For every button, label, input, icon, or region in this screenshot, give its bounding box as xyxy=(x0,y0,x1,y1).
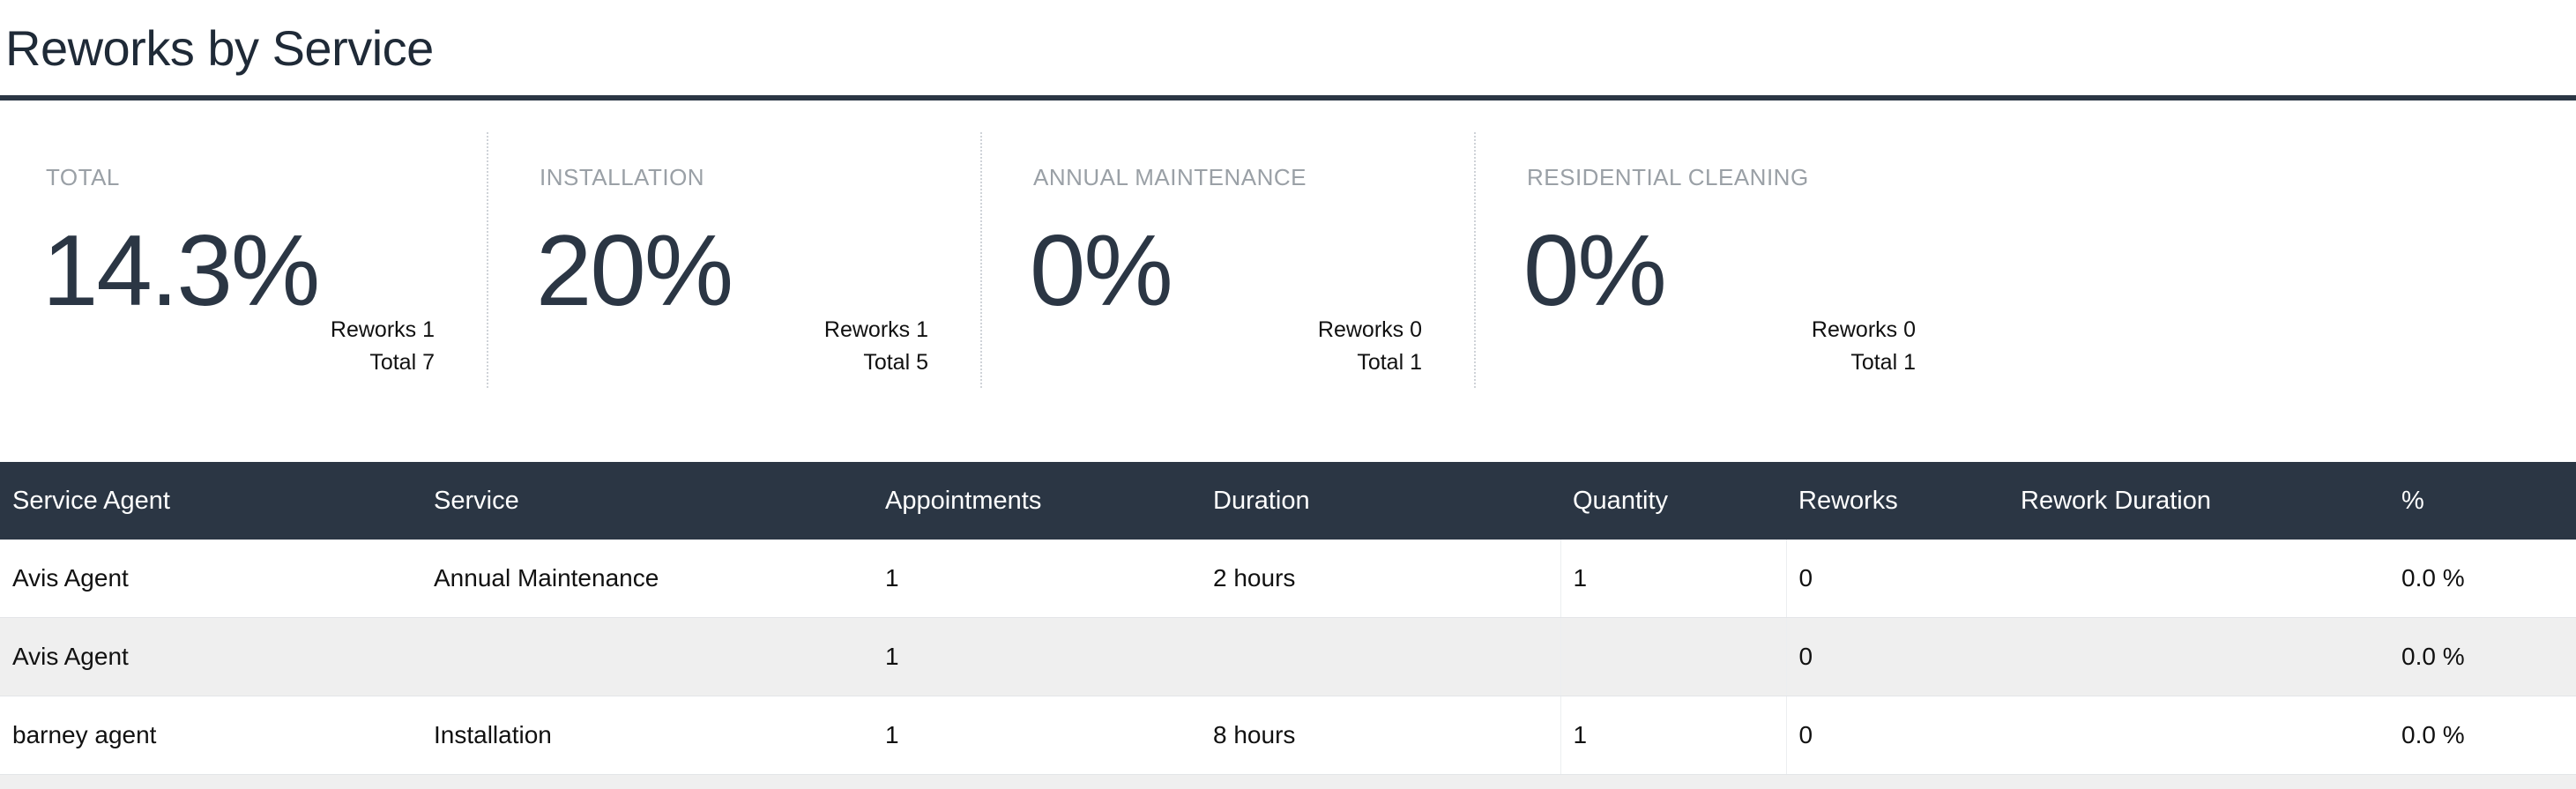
cell-quantity: 1 xyxy=(1560,540,1786,618)
cell-service-agent: Avis Agent xyxy=(0,618,421,696)
kpi-total: Total 7 xyxy=(264,350,435,376)
kpi-total: Total 1 xyxy=(1746,350,1916,376)
table-row[interactable]: Avis Agent 1 0 0.0 % xyxy=(0,618,2576,696)
kpi-divider xyxy=(487,132,488,388)
kpi-value: 14.3% xyxy=(42,213,318,329)
cell-reworks: 0 xyxy=(1786,540,2008,618)
cell-quantity: 1 xyxy=(1560,696,1786,775)
cell-service xyxy=(421,618,873,696)
cell-reworks: 0 xyxy=(1786,618,2008,696)
kpi-reworks: Reworks 0 xyxy=(1746,317,1916,343)
cell-percent: 0.0 % xyxy=(2389,540,2576,618)
column-header-service[interactable]: Service xyxy=(421,462,873,540)
kpi-value: 0% xyxy=(1030,213,1172,329)
cell-percent: 0.0 % xyxy=(2389,696,2576,775)
page-header: Reworks by Service xyxy=(0,0,2576,100)
page-title: Reworks by Service xyxy=(5,19,434,77)
cell-quantity xyxy=(1560,618,1786,696)
kpi-value: 20% xyxy=(536,213,732,329)
kpi-reworks: Reworks 1 xyxy=(264,317,435,343)
column-header-percent[interactable]: % xyxy=(2389,462,2576,540)
table-row[interactable]: Avis Agent Annual Maintenance 1 2 hours … xyxy=(0,540,2576,618)
table-header-row: Service Agent Service Appointments Durat… xyxy=(0,462,2576,540)
kpi-label: RESIDENTIAL CLEANING xyxy=(1527,164,1809,191)
cell-rework-duration xyxy=(2008,618,2389,696)
column-header-duration[interactable]: Duration xyxy=(1201,462,1560,540)
kpi-value: 0% xyxy=(1523,213,1665,329)
cell-service-agent: Avis Agent xyxy=(0,540,421,618)
cell-percent: 0.0 % xyxy=(2389,618,2576,696)
kpi-reworks: Reworks 0 xyxy=(1252,317,1422,343)
column-header-rework-duration[interactable]: Rework Duration xyxy=(2008,462,2389,540)
kpi-label: INSTALLATION xyxy=(540,164,704,191)
cell-service-agent: barney agent xyxy=(0,696,421,775)
reworks-table-container: Service Agent Service Appointments Durat… xyxy=(0,462,2576,789)
cell-reworks: 0 xyxy=(1786,696,2008,775)
table-row[interactable]: barney agent Installation 1 8 hours 1 0 … xyxy=(0,696,2576,775)
kpi-divider xyxy=(1474,132,1476,388)
column-header-reworks[interactable]: Reworks xyxy=(1786,462,2008,540)
column-header-appointments[interactable]: Appointments xyxy=(873,462,1201,540)
column-header-service-agent[interactable]: Service Agent xyxy=(0,462,421,540)
kpi-row: TOTAL 14.3% Reworks 1 Total 7 INSTALLATI… xyxy=(0,100,2576,462)
table-row-cutoff xyxy=(0,775,2576,789)
cell-rework-duration xyxy=(2008,540,2389,618)
cell-duration: 2 hours xyxy=(1201,540,1560,618)
reworks-table: Service Agent Service Appointments Durat… xyxy=(0,462,2576,789)
cell-rework-duration xyxy=(2008,696,2389,775)
table-row-partial xyxy=(0,775,2576,789)
kpi-total: Total 5 xyxy=(758,350,928,376)
kpi-label: ANNUAL MAINTENANCE xyxy=(1033,164,1307,191)
cell-duration xyxy=(1201,618,1560,696)
cell-duration: 8 hours xyxy=(1201,696,1560,775)
cell-appointments: 1 xyxy=(873,618,1201,696)
kpi-divider xyxy=(980,132,982,388)
cell-service: Annual Maintenance xyxy=(421,540,873,618)
cell-appointments: 1 xyxy=(873,540,1201,618)
cell-appointments: 1 xyxy=(873,696,1201,775)
kpi-reworks: Reworks 1 xyxy=(758,317,928,343)
cell-service: Installation xyxy=(421,696,873,775)
kpi-total: Total 1 xyxy=(1252,350,1422,376)
kpi-label: TOTAL xyxy=(46,164,120,191)
column-header-quantity[interactable]: Quantity xyxy=(1560,462,1786,540)
